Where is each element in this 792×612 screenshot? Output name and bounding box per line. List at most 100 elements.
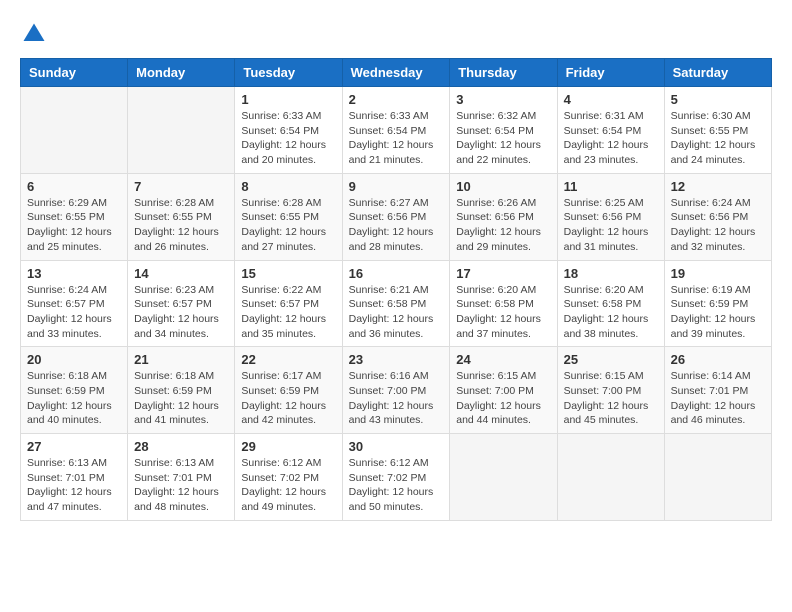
day-cell: 23 Sunrise: 6:16 AM Sunset: 7:00 PM Dayli… xyxy=(342,347,450,434)
day-cell: 22 Sunrise: 6:17 AM Sunset: 6:59 PM Dayli… xyxy=(235,347,342,434)
day-info: Sunrise: 6:24 AM Sunset: 6:56 PM Dayligh… xyxy=(671,196,765,255)
day-info: Sunrise: 6:25 AM Sunset: 6:56 PM Dayligh… xyxy=(564,196,658,255)
day-cell: 20 Sunrise: 6:18 AM Sunset: 6:59 PM Dayli… xyxy=(21,347,128,434)
day-number: 5 xyxy=(671,92,765,107)
day-info: Sunrise: 6:16 AM Sunset: 7:00 PM Dayligh… xyxy=(349,369,444,428)
day-number: 27 xyxy=(27,439,121,454)
day-cell: 28 Sunrise: 6:13 AM Sunset: 7:01 PM Dayli… xyxy=(128,434,235,521)
day-cell: 14 Sunrise: 6:23 AM Sunset: 6:57 PM Dayli… xyxy=(128,260,235,347)
day-cell: 1 Sunrise: 6:33 AM Sunset: 6:54 PM Daylig… xyxy=(235,87,342,174)
day-number: 12 xyxy=(671,179,765,194)
day-info: Sunrise: 6:28 AM Sunset: 6:55 PM Dayligh… xyxy=(241,196,335,255)
day-number: 25 xyxy=(564,352,658,367)
calendar: SundayMondayTuesdayWednesdayThursdayFrid… xyxy=(20,58,772,521)
day-number: 24 xyxy=(456,352,550,367)
day-info: Sunrise: 6:20 AM Sunset: 6:58 PM Dayligh… xyxy=(456,283,550,342)
day-cell: 12 Sunrise: 6:24 AM Sunset: 6:56 PM Dayli… xyxy=(664,173,771,260)
day-header-wednesday: Wednesday xyxy=(342,59,450,87)
day-cell: 7 Sunrise: 6:28 AM Sunset: 6:55 PM Daylig… xyxy=(128,173,235,260)
day-number: 16 xyxy=(349,266,444,281)
day-cell: 15Sunrise: 6:22 AM Sunset: 6:57 PM Dayli… xyxy=(235,260,342,347)
day-cell: 8Sunrise: 6:28 AM Sunset: 6:55 PM Daylig… xyxy=(235,173,342,260)
day-cell xyxy=(557,434,664,521)
week-row-3: 13Sunrise: 6:24 AM Sunset: 6:57 PM Dayli… xyxy=(21,260,772,347)
day-info: Sunrise: 6:17 AM Sunset: 6:59 PM Dayligh… xyxy=(241,369,335,428)
day-cell: 6Sunrise: 6:29 AM Sunset: 6:55 PM Daylig… xyxy=(21,173,128,260)
day-info: Sunrise: 6:32 AM Sunset: 6:54 PM Dayligh… xyxy=(456,109,550,168)
day-cell xyxy=(21,87,128,174)
logo-icon xyxy=(20,20,48,48)
day-info: Sunrise: 6:30 AM Sunset: 6:55 PM Dayligh… xyxy=(671,109,765,168)
week-row-4: 20 Sunrise: 6:18 AM Sunset: 6:59 PM Dayli… xyxy=(21,347,772,434)
day-cell: 21 Sunrise: 6:18 AM Sunset: 6:59 PM Dayli… xyxy=(128,347,235,434)
day-cell: 24 Sunrise: 6:15 AM Sunset: 7:00 PM Dayli… xyxy=(450,347,557,434)
day-number: 26 xyxy=(671,352,765,367)
day-cell: 13Sunrise: 6:24 AM Sunset: 6:57 PM Dayli… xyxy=(21,260,128,347)
day-number: 4 xyxy=(564,92,658,107)
week-row-5: 27 Sunrise: 6:13 AM Sunset: 7:01 PM Dayli… xyxy=(21,434,772,521)
page-header xyxy=(20,20,772,48)
day-cell: 19 Sunrise: 6:19 AM Sunset: 6:59 PM Dayli… xyxy=(664,260,771,347)
day-cell xyxy=(450,434,557,521)
day-cell: 2 Sunrise: 6:33 AM Sunset: 6:54 PM Daylig… xyxy=(342,87,450,174)
day-cell xyxy=(664,434,771,521)
day-number: 22 xyxy=(241,352,335,367)
day-info: Sunrise: 6:15 AM Sunset: 7:00 PM Dayligh… xyxy=(564,369,658,428)
day-info: Sunrise: 6:19 AM Sunset: 6:59 PM Dayligh… xyxy=(671,283,765,342)
day-number: 28 xyxy=(134,439,228,454)
day-number: 2 xyxy=(349,92,444,107)
day-number: 14 xyxy=(134,266,228,281)
day-number: 29 xyxy=(241,439,335,454)
day-cell: 27 Sunrise: 6:13 AM Sunset: 7:01 PM Dayli… xyxy=(21,434,128,521)
day-info: Sunrise: 6:21 AM Sunset: 6:58 PM Dayligh… xyxy=(349,283,444,342)
day-number: 21 xyxy=(134,352,228,367)
day-cell: 29 Sunrise: 6:12 AM Sunset: 7:02 PM Dayli… xyxy=(235,434,342,521)
day-cell: 16 Sunrise: 6:21 AM Sunset: 6:58 PM Dayli… xyxy=(342,260,450,347)
day-info: Sunrise: 6:13 AM Sunset: 7:01 PM Dayligh… xyxy=(134,456,228,515)
day-cell: 11 Sunrise: 6:25 AM Sunset: 6:56 PM Dayli… xyxy=(557,173,664,260)
day-number: 7 xyxy=(134,179,228,194)
day-number: 3 xyxy=(456,92,550,107)
day-cell: 30 Sunrise: 6:12 AM Sunset: 7:02 PM Dayli… xyxy=(342,434,450,521)
day-info: Sunrise: 6:12 AM Sunset: 7:02 PM Dayligh… xyxy=(349,456,444,515)
day-info: Sunrise: 6:33 AM Sunset: 6:54 PM Dayligh… xyxy=(241,109,335,168)
day-cell: 25 Sunrise: 6:15 AM Sunset: 7:00 PM Dayli… xyxy=(557,347,664,434)
day-cell: 18 Sunrise: 6:20 AM Sunset: 6:58 PM Dayli… xyxy=(557,260,664,347)
day-info: Sunrise: 6:28 AM Sunset: 6:55 PM Dayligh… xyxy=(134,196,228,255)
day-number: 9 xyxy=(349,179,444,194)
day-header-saturday: Saturday xyxy=(664,59,771,87)
day-info: Sunrise: 6:18 AM Sunset: 6:59 PM Dayligh… xyxy=(134,369,228,428)
day-number: 19 xyxy=(671,266,765,281)
day-header-sunday: Sunday xyxy=(21,59,128,87)
day-info: Sunrise: 6:15 AM Sunset: 7:00 PM Dayligh… xyxy=(456,369,550,428)
day-info: Sunrise: 6:18 AM Sunset: 6:59 PM Dayligh… xyxy=(27,369,121,428)
day-cell: 3 Sunrise: 6:32 AM Sunset: 6:54 PM Daylig… xyxy=(450,87,557,174)
day-header-tuesday: Tuesday xyxy=(235,59,342,87)
day-number: 11 xyxy=(564,179,658,194)
calendar-header-row: SundayMondayTuesdayWednesdayThursdayFrid… xyxy=(21,59,772,87)
day-cell: 9 Sunrise: 6:27 AM Sunset: 6:56 PM Daylig… xyxy=(342,173,450,260)
day-info: Sunrise: 6:13 AM Sunset: 7:01 PM Dayligh… xyxy=(27,456,121,515)
day-number: 6 xyxy=(27,179,121,194)
day-number: 18 xyxy=(564,266,658,281)
day-number: 15 xyxy=(241,266,335,281)
day-header-friday: Friday xyxy=(557,59,664,87)
day-header-thursday: Thursday xyxy=(450,59,557,87)
week-row-2: 6Sunrise: 6:29 AM Sunset: 6:55 PM Daylig… xyxy=(21,173,772,260)
day-info: Sunrise: 6:14 AM Sunset: 7:01 PM Dayligh… xyxy=(671,369,765,428)
day-info: Sunrise: 6:33 AM Sunset: 6:54 PM Dayligh… xyxy=(349,109,444,168)
day-number: 23 xyxy=(349,352,444,367)
day-info: Sunrise: 6:23 AM Sunset: 6:57 PM Dayligh… xyxy=(134,283,228,342)
day-info: Sunrise: 6:31 AM Sunset: 6:54 PM Dayligh… xyxy=(564,109,658,168)
day-number: 1 xyxy=(241,92,335,107)
day-info: Sunrise: 6:20 AM Sunset: 6:58 PM Dayligh… xyxy=(564,283,658,342)
day-number: 13 xyxy=(27,266,121,281)
day-info: Sunrise: 6:12 AM Sunset: 7:02 PM Dayligh… xyxy=(241,456,335,515)
day-cell xyxy=(128,87,235,174)
day-number: 30 xyxy=(349,439,444,454)
day-number: 20 xyxy=(27,352,121,367)
day-info: Sunrise: 6:26 AM Sunset: 6:56 PM Dayligh… xyxy=(456,196,550,255)
day-cell: 26 Sunrise: 6:14 AM Sunset: 7:01 PM Dayli… xyxy=(664,347,771,434)
day-header-monday: Monday xyxy=(128,59,235,87)
day-info: Sunrise: 6:27 AM Sunset: 6:56 PM Dayligh… xyxy=(349,196,444,255)
